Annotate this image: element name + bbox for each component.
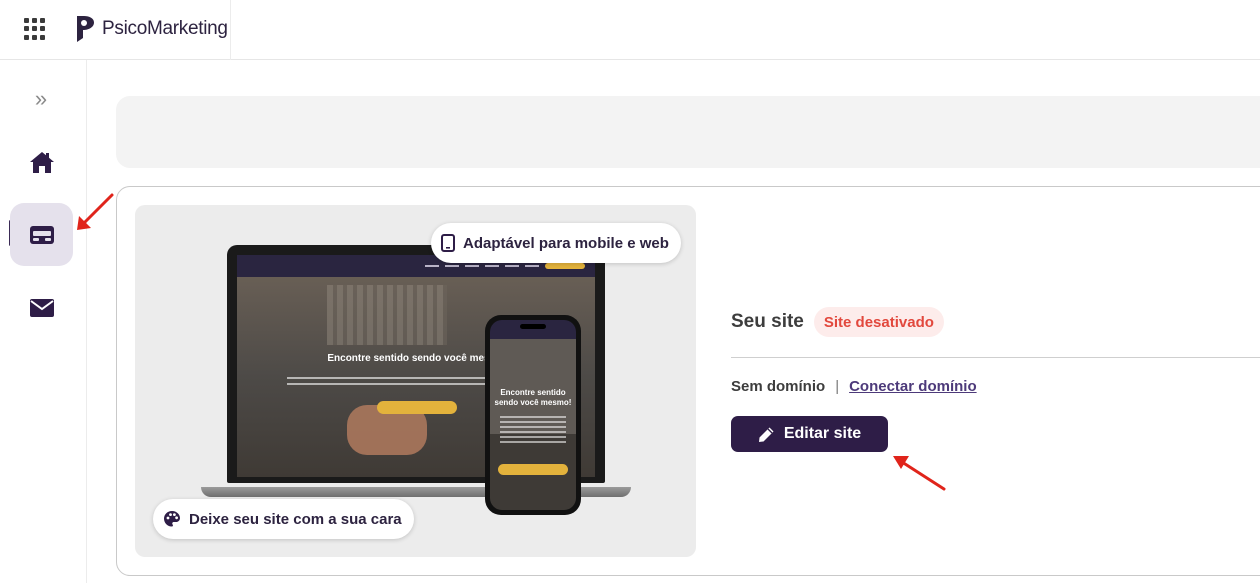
sidebar-item-home[interactable]	[10, 130, 73, 193]
domain-separator: |	[835, 378, 840, 395]
badge-customize-text: Deixe seu site com a sua cara	[189, 510, 402, 528]
website-card-icon	[29, 225, 54, 244]
mail-icon	[29, 298, 54, 317]
sidebar-item-site[interactable]	[10, 203, 73, 266]
site-info: Seu site Site desativado Sem domínio | C…	[731, 305, 1260, 452]
badge-customize: Deixe seu site com a sua cara	[153, 499, 414, 539]
phone-notch	[520, 324, 546, 329]
banner-placeholder	[116, 96, 1260, 168]
phone-mockup: Encontre sentido sendo você mesmo!	[485, 315, 581, 515]
connect-domain-link[interactable]: Conectar domínio	[849, 378, 977, 395]
header-divider	[230, 0, 231, 60]
logo[interactable]: PsicoMarketing	[74, 12, 228, 46]
status-badge: Site desativado	[813, 307, 944, 337]
badge-responsive: Adaptável para mobile e web	[431, 223, 681, 263]
expand-sidebar-icon[interactable]: »	[30, 88, 52, 110]
home-icon	[29, 151, 54, 173]
bookshelf-image	[327, 285, 447, 345]
top-bar: PsicoMarketing	[0, 0, 1260, 60]
site-preview-image: Encontre sentido sendo você mesmo Encont…	[135, 205, 696, 557]
phone-headline: Encontre sentido sendo você mesmo!	[494, 388, 572, 407]
edit-site-label: Editar site	[783, 425, 862, 442]
app-name: PsicoMarketing	[102, 18, 228, 39]
phone-cta-button	[498, 464, 568, 475]
site-card: Encontre sentido sendo você mesmo Encont…	[116, 186, 1260, 576]
apps-grid-icon[interactable]	[24, 18, 46, 40]
phone-paragraph	[500, 416, 566, 446]
smartphone-icon	[441, 234, 455, 252]
laptop-cta-button	[377, 401, 457, 414]
edit-site-button[interactable]: Editar site	[731, 416, 888, 452]
logo-mark-icon	[77, 16, 94, 42]
sidebar: »	[0, 60, 87, 583]
info-divider	[731, 357, 1260, 358]
annotation-arrow-sidebar	[77, 193, 114, 230]
badge-responsive-text: Adaptável para mobile e web	[463, 234, 669, 252]
domain-row: Sem domínio | Conectar domínio	[731, 378, 1260, 395]
site-title-row: Seu site Site desativado	[731, 305, 1260, 339]
pencil-icon	[758, 427, 774, 442]
sidebar-item-mail[interactable]	[10, 276, 73, 339]
site-title: Seu site	[731, 311, 804, 332]
domain-status: Sem domínio	[731, 378, 826, 395]
annotation-arrow-edit	[893, 456, 946, 491]
palette-icon	[164, 511, 180, 527]
phone-screen: Encontre sentido sendo você mesmo!	[490, 320, 576, 510]
